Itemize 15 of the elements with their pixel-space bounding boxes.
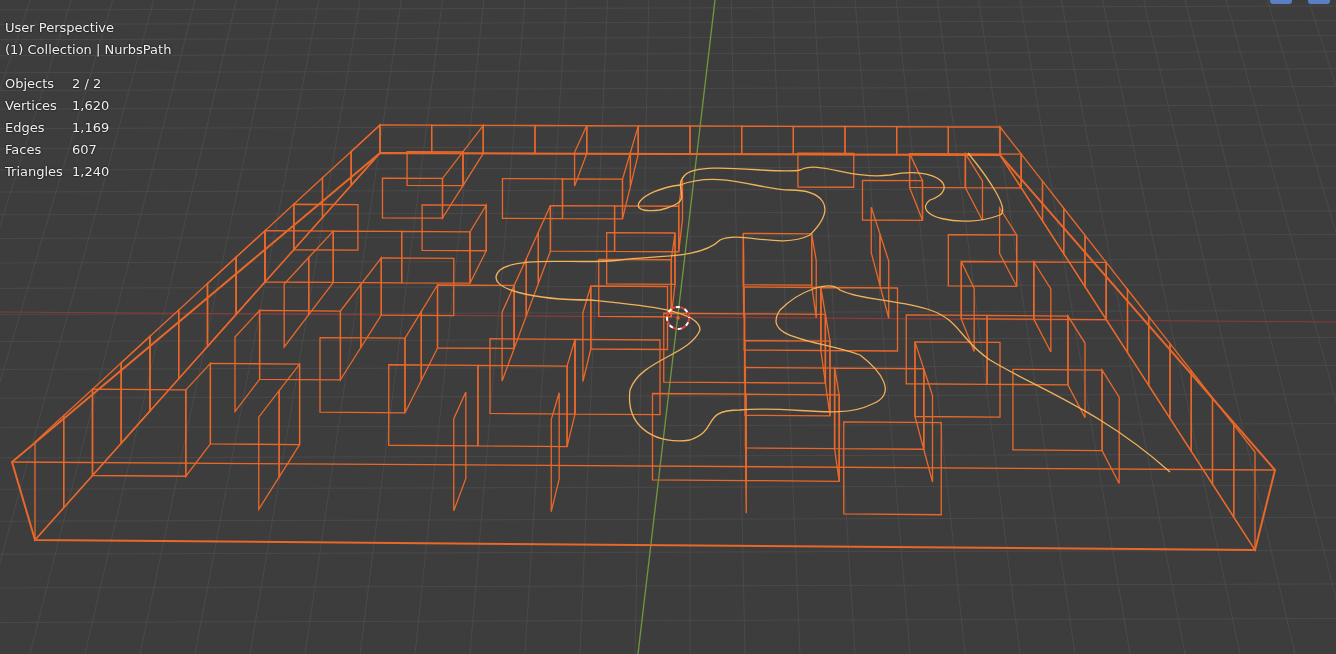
stat-label: Edges: [5, 119, 46, 137]
stat-label: Faces: [5, 141, 43, 159]
stat-label: Objects: [5, 75, 56, 93]
view-title: User Perspective: [5, 19, 116, 37]
stat-value: 607: [72, 141, 98, 159]
collection-label: (1) Collection | NurbsPath: [5, 41, 172, 59]
stat-value: 1,169: [72, 119, 111, 137]
stat-value: 1,240: [72, 163, 111, 181]
stat-value: 1,620: [72, 97, 111, 115]
3d-cursor-icon[interactable]: [666, 306, 690, 330]
stat-label: Triangles: [5, 163, 64, 181]
toggle-button[interactable]: [1270, 0, 1292, 4]
toggle-button[interactable]: [1308, 0, 1330, 4]
stat-value: 2 / 2: [72, 75, 103, 93]
stat-label: Vertices: [5, 97, 58, 115]
